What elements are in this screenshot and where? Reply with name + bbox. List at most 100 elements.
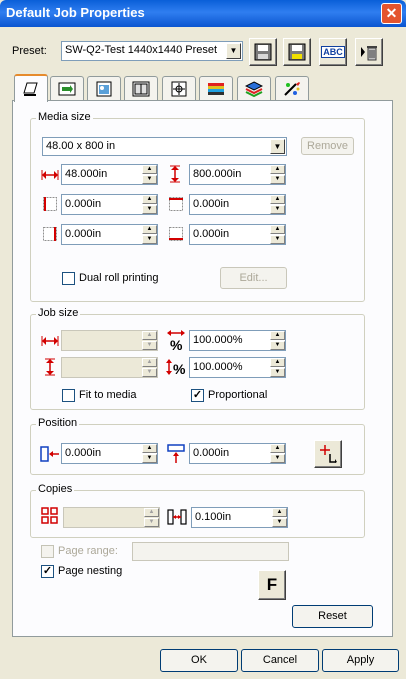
layers-icon [245, 80, 263, 97]
chevron-down-icon: ▼ [270, 139, 285, 154]
margin-bottom-icon [168, 226, 184, 242]
copies-gap-value: 0.100in [195, 511, 232, 523]
page-range-checkbox[interactable] [41, 545, 54, 558]
margin-bottom-value: 0.000in [193, 228, 230, 240]
scale-height-value: 100.000% [193, 361, 243, 373]
rename-icon: ABC [321, 46, 345, 58]
close-button[interactable]: ✕ [381, 3, 402, 24]
job-height-icon [42, 358, 58, 376]
apply-button[interactable]: Apply [322, 649, 399, 672]
window-title: Default Job Properties [6, 5, 145, 20]
spin-down-icon[interactable]: ▼ [272, 518, 287, 527]
tab-effects[interactable] [275, 76, 309, 100]
delete-icon [361, 46, 377, 61]
scale-width-input[interactable]: 100.000% ▲ ▼ [189, 330, 286, 351]
svg-text:%: % [173, 361, 186, 377]
spin-down-icon[interactable]: ▼ [270, 205, 285, 214]
spin-up-icon[interactable]: ▲ [142, 225, 157, 234]
spin-down-icon[interactable]: ▼ [144, 518, 159, 527]
spin-up-icon[interactable]: ▲ [270, 195, 285, 204]
spin-up-icon[interactable]: ▲ [142, 331, 157, 340]
proportional-checkbox[interactable]: ✓ [191, 389, 204, 402]
spin-up-icon[interactable]: ▲ [142, 358, 157, 367]
preset-select[interactable]: SW-Q2-Test 1440x1440 Preset ▼ [61, 41, 243, 61]
spin-down-icon[interactable]: ▼ [142, 205, 157, 214]
position-y-value: 0.000in [193, 447, 230, 459]
close-icon: ✕ [385, 5, 398, 21]
margin-left-icon [42, 196, 58, 212]
page-range-input[interactable] [132, 542, 289, 561]
spin-down-icon[interactable]: ▼ [270, 175, 285, 184]
tab-layers[interactable] [237, 76, 271, 100]
layout-icon [132, 81, 150, 96]
delete-preset-button[interactable] [355, 38, 383, 66]
spin-up-icon[interactable]: ▲ [144, 508, 159, 517]
rename-preset-button[interactable]: ABC [319, 38, 347, 66]
cancel-button[interactable]: Cancel [241, 649, 319, 672]
spin-up-icon[interactable]: ▲ [272, 508, 287, 517]
spin-down-icon[interactable]: ▼ [142, 341, 157, 350]
margin-right-icon [42, 226, 58, 242]
copies-count-input[interactable]: ▲ ▼ [63, 507, 160, 528]
dual-roll-checkbox[interactable] [62, 272, 75, 285]
page-nesting-checkbox[interactable]: ✓ [41, 565, 54, 578]
margin-right-value: 0.000in [65, 228, 102, 240]
spin-down-icon[interactable]: ▼ [270, 235, 285, 244]
margin-bottom-input[interactable]: 0.000in ▲ ▼ [189, 224, 286, 245]
tab-marks[interactable] [162, 76, 196, 100]
copies-gap-input[interactable]: 0.100in ▲ ▼ [191, 507, 288, 528]
spin-up-icon[interactable]: ▲ [270, 444, 285, 453]
margin-top-value: 0.000in [193, 198, 230, 210]
spin-up-icon[interactable]: ▲ [142, 444, 157, 453]
tab-layout[interactable] [124, 76, 158, 100]
margin-left-value: 0.000in [65, 198, 102, 210]
media-width-value: 48.000in [65, 168, 108, 180]
reset-button[interactable]: Reset [292, 605, 373, 628]
proportional-label: Proportional [208, 389, 268, 401]
edit-dual-roll-button[interactable]: Edit... [220, 267, 287, 289]
spin-down-icon[interactable]: ▼ [142, 368, 157, 377]
remove-media-button[interactable]: Remove [301, 137, 354, 155]
spin-down-icon[interactable]: ▼ [270, 454, 285, 463]
position-x-input[interactable]: 0.000in ▲ ▼ [61, 443, 158, 464]
height-arrow-icon [167, 165, 183, 183]
media-size-select[interactable]: 48.00 x 800 in ▼ [42, 137, 287, 156]
spin-up-icon[interactable]: ▲ [142, 195, 157, 204]
font-button[interactable]: F [258, 570, 286, 600]
spin-up-icon[interactable]: ▲ [270, 358, 285, 367]
tab-color-bars[interactable] [199, 76, 233, 100]
media-height-input[interactable]: 800.000in ▲ ▼ [189, 164, 286, 185]
job-width-input[interactable]: ▲ ▼ [61, 330, 158, 351]
spin-down-icon[interactable]: ▼ [142, 454, 157, 463]
spin-down-icon[interactable]: ▼ [270, 368, 285, 377]
tab-page-setup[interactable] [14, 74, 48, 102]
font-icon: F [266, 575, 278, 594]
ok-button[interactable]: OK [160, 649, 238, 672]
media-width-input[interactable]: 48.000in ▲ ▼ [61, 164, 158, 185]
margin-top-input[interactable]: 0.000in ▲ ▼ [189, 194, 286, 215]
spin-up-icon[interactable]: ▲ [142, 165, 157, 174]
position-origin-button[interactable] [314, 440, 342, 468]
spin-up-icon[interactable]: ▲ [270, 331, 285, 340]
margin-left-input[interactable]: 0.000in ▲ ▼ [61, 194, 158, 215]
spin-up-icon[interactable]: ▲ [270, 165, 285, 174]
spin-down-icon[interactable]: ▼ [142, 235, 157, 244]
fit-to-media-checkbox[interactable] [62, 389, 75, 402]
spin-down-icon[interactable]: ▼ [270, 341, 285, 350]
save-as-icon [288, 43, 306, 61]
tab-color[interactable] [50, 76, 84, 100]
save-preset-button[interactable] [249, 38, 277, 66]
job-size-title: Job size [36, 307, 81, 319]
save-as-preset-button[interactable] [283, 38, 311, 66]
scale-height-input[interactable]: 100.000% ▲ ▼ [189, 357, 286, 378]
margin-right-input[interactable]: 0.000in ▲ ▼ [61, 224, 158, 245]
scale-height-icon: % [165, 357, 187, 379]
position-y-input[interactable]: 0.000in ▲ ▼ [189, 443, 286, 464]
position-x-icon [40, 445, 60, 463]
position-origin-icon [320, 445, 337, 463]
job-height-input[interactable]: ▲ ▼ [61, 357, 158, 378]
effects-icon [284, 81, 300, 96]
spin-up-icon[interactable]: ▲ [270, 225, 285, 234]
tab-image[interactable] [87, 76, 121, 100]
spin-down-icon[interactable]: ▼ [142, 175, 157, 184]
